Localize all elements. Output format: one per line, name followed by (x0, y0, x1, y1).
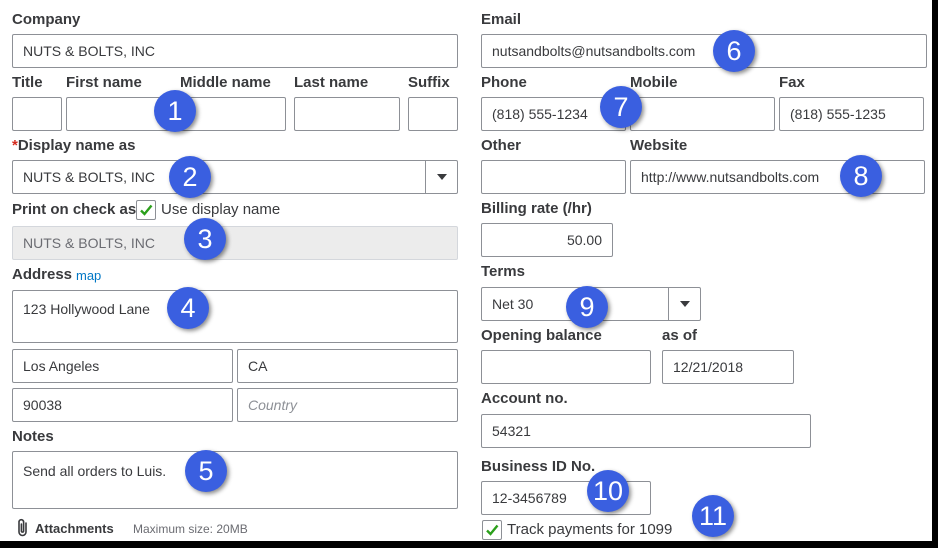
website-label: Website (630, 137, 688, 154)
first-name-label: First name (66, 74, 142, 91)
last-name-label: Last name (294, 74, 369, 91)
business-id-label: Business ID No. (481, 458, 596, 475)
callout-badge: 10 (587, 470, 629, 512)
other-input[interactable] (481, 160, 626, 194)
map-link[interactable]: map (76, 268, 101, 283)
opening-balance-input[interactable] (481, 350, 651, 384)
callout-badge: 4 (167, 287, 209, 329)
display-name-dropdown-button[interactable] (425, 161, 457, 193)
print-on-check-input: NUTS & BOLTS, INC (12, 226, 458, 260)
callout-badge: 7 (600, 86, 642, 128)
email-label: Email (481, 11, 522, 28)
company-label: Company (12, 11, 81, 28)
as-of-label: as of (662, 327, 698, 344)
terms-label: Terms (481, 263, 525, 280)
paperclip-icon[interactable] (16, 518, 30, 541)
callout-badge: 6 (713, 30, 755, 72)
country-input[interactable]: Country (237, 388, 458, 422)
display-name-label-text: Display name as (17, 137, 136, 154)
callout-badge: 8 (840, 155, 882, 197)
billing-rate-label: Billing rate (/hr) (481, 200, 592, 217)
other-label: Other (481, 137, 522, 154)
callout-badge: 11 (692, 495, 734, 537)
callout-badge: 3 (184, 218, 226, 260)
use-display-name-label: Use display name (161, 201, 281, 218)
billing-rate-input[interactable]: 50.00 (481, 223, 613, 257)
title-label: Title (12, 74, 43, 91)
company-input[interactable]: NUTS & BOLTS, INC (12, 34, 458, 68)
callout-badge: 9 (566, 286, 608, 328)
chevron-down-icon (679, 301, 690, 307)
display-name-select[interactable]: NUTS & BOLTS, INC (12, 160, 458, 194)
terms-dropdown-button[interactable] (668, 288, 700, 320)
chevron-down-icon (436, 174, 447, 180)
address-label: Address (12, 266, 73, 283)
notes-label: Notes (12, 428, 54, 445)
country-placeholder: Country (248, 397, 298, 413)
opening-balance-label: Opening balance (481, 327, 602, 344)
print-on-check-label: Print on check as (12, 201, 137, 218)
account-no-label: Account no. (481, 390, 568, 407)
fax-label: Fax (779, 74, 805, 91)
city-input[interactable]: Los Angeles (12, 349, 233, 383)
terms-value: Net 30 (492, 296, 534, 312)
checkmark-icon (140, 204, 153, 216)
mobile-label: Mobile (630, 74, 678, 91)
as-of-date-input[interactable]: 12/21/2018 (662, 350, 794, 384)
middle-name-label: Middle name (180, 74, 271, 91)
title-input[interactable] (12, 97, 62, 131)
suffix-input[interactable] (408, 97, 458, 131)
checkmark-icon (486, 524, 499, 536)
last-name-input[interactable] (294, 97, 400, 131)
callout-badge: 2 (169, 156, 211, 198)
use-display-name-checkbox[interactable] (136, 200, 156, 220)
phone-label: Phone (481, 74, 527, 91)
vendor-form: Company NUTS & BOLTS, INC Title First na… (0, 0, 932, 541)
account-no-input[interactable]: 54321 (481, 414, 811, 448)
suffix-label: Suffix (408, 74, 450, 91)
display-name-label: *Display name as (12, 137, 135, 154)
notes-textarea[interactable]: Send all orders to Luis. (12, 451, 458, 509)
state-input[interactable]: CA (237, 349, 458, 383)
mobile-input[interactable] (630, 97, 775, 131)
email-input[interactable]: nutsandbolts@nutsandbolts.com (481, 34, 927, 68)
track-1099-checkbox[interactable] (482, 520, 502, 540)
attachments-label[interactable]: Attachments (35, 521, 114, 536)
display-name-value: NUTS & BOLTS, INC (23, 169, 155, 185)
street-address-input[interactable]: 123 Hollywood Lane (12, 290, 458, 343)
track-1099-label: Track payments for 1099 (507, 521, 673, 538)
zip-input[interactable]: 90038 (12, 388, 233, 422)
fax-input[interactable]: (818) 555-1235 (779, 97, 924, 131)
attachments-max-size: Maximum size: 20MB (133, 522, 248, 536)
callout-badge: 5 (185, 450, 227, 492)
callout-badge: 1 (154, 90, 196, 132)
